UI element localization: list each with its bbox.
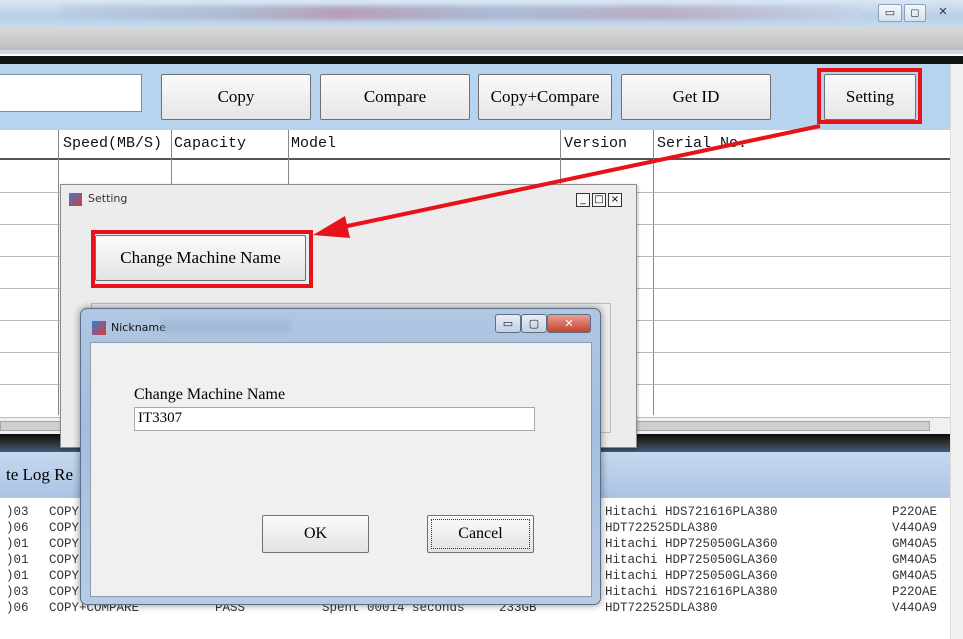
minimize-icon[interactable]: ▭: [495, 314, 521, 333]
setting-title: Setting: [88, 192, 128, 205]
blurred-title-text: [161, 319, 291, 333]
minimize-icon[interactable]: ▭: [878, 4, 902, 22]
toolbar-divider: [0, 56, 963, 64]
column-header-speed[interactable]: Speed(MB/S): [60, 130, 162, 158]
toolbar: Copy Compare Copy+Compare Get ID Setting: [0, 64, 950, 130]
main-title-bar: ▭ ◻ ✕: [0, 0, 963, 28]
app-icon: [92, 321, 106, 335]
close-icon[interactable]: ✕: [930, 4, 956, 22]
close-icon[interactable]: ✕: [547, 314, 591, 333]
copy-button[interactable]: Copy: [161, 74, 311, 120]
machine-name-field[interactable]: [0, 74, 142, 112]
maximize-icon[interactable]: □: [592, 193, 606, 207]
change-name-highlight: [91, 230, 313, 288]
nickname-client-area: Change Machine Name IT3307 OK Cancel: [90, 342, 592, 597]
column-header-model[interactable]: Model: [288, 130, 336, 158]
menu-bar: [0, 28, 963, 54]
column-header-capacity[interactable]: Capacity: [171, 130, 246, 158]
nickname-title: Nickname: [111, 321, 166, 334]
setting-button-highlight: [817, 68, 922, 124]
cancel-button[interactable]: Cancel: [427, 515, 534, 553]
close-icon[interactable]: ×: [608, 193, 622, 207]
maximize-icon[interactable]: ◻: [904, 4, 926, 22]
change-machine-name-label: Change Machine Name: [134, 386, 286, 403]
minimize-icon[interactable]: _: [576, 193, 590, 207]
vertical-scrollbar[interactable]: [950, 64, 963, 639]
ok-button[interactable]: OK: [262, 515, 369, 553]
log-title: te Log Re: [6, 465, 74, 484]
column-header-version[interactable]: Version: [561, 130, 627, 158]
maximize-icon[interactable]: ▢: [521, 314, 547, 333]
nickname-dialog: Nickname ▭ ▢ ✕ Change Machine Name IT330…: [80, 308, 601, 605]
blurred-title-text: [60, 6, 860, 20]
machine-name-input[interactable]: IT3307: [134, 407, 535, 431]
app-icon: [69, 193, 82, 206]
compare-button[interactable]: Compare: [320, 74, 470, 120]
get-id-button[interactable]: Get ID: [621, 74, 771, 120]
copy-compare-button[interactable]: Copy+Compare: [478, 74, 612, 120]
column-header-serial[interactable]: Serial No.: [654, 130, 747, 158]
setting-title-bar: Setting _ □ ×: [61, 185, 636, 213]
